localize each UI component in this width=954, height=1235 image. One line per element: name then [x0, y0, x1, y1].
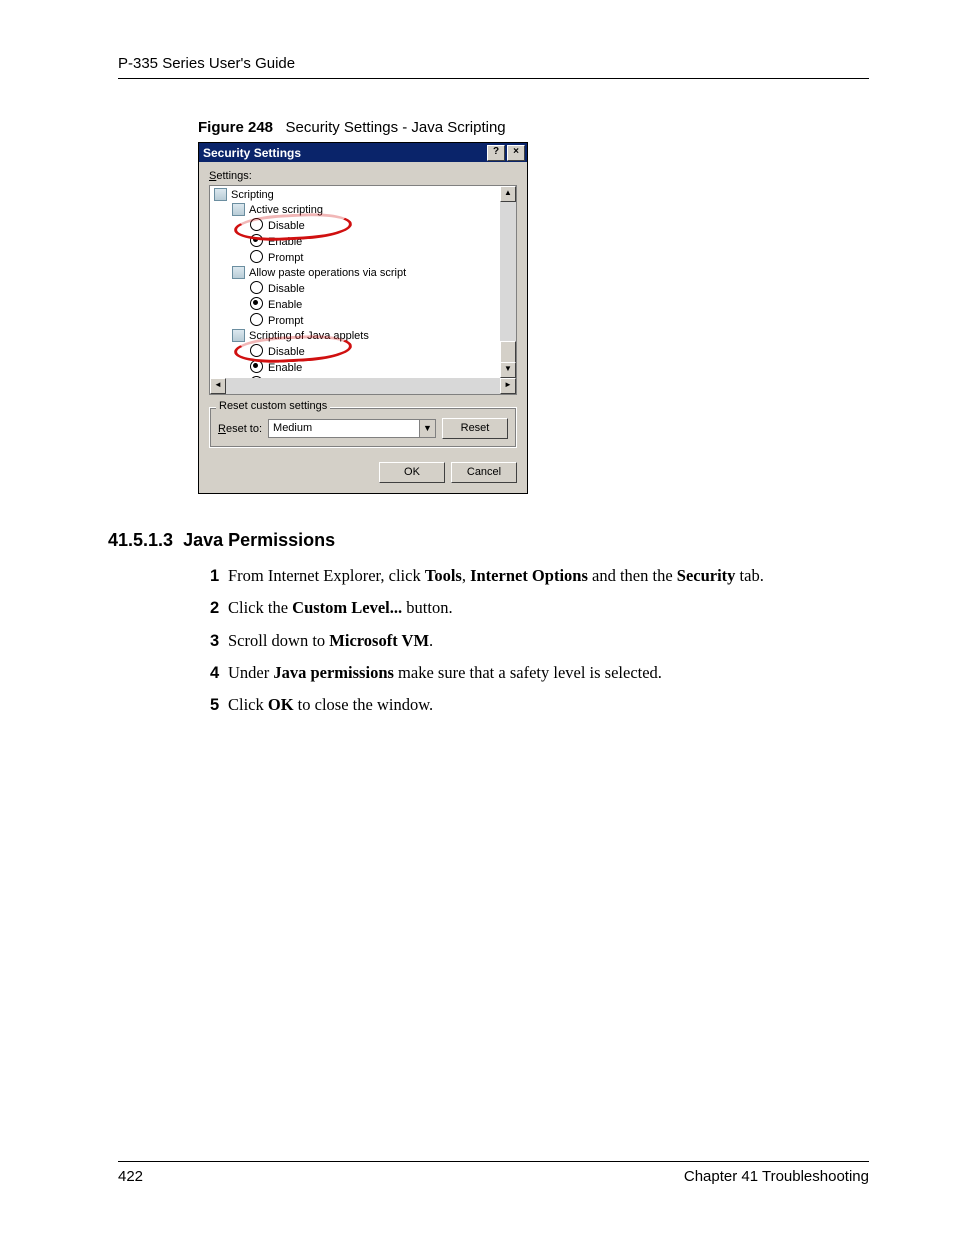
tree-scripting: Scripting	[214, 188, 500, 203]
script-icon	[232, 266, 245, 279]
step-item: 5Click OK to close the window.	[210, 694, 869, 716]
scroll-up-button[interactable]: ▲	[500, 186, 516, 202]
step-number: 4	[210, 662, 228, 684]
tree-scripting-applets: Scripting of Java applets	[214, 329, 500, 344]
step-text: Click OK to close the window.	[228, 694, 433, 716]
step-text: Click the Custom Level... button.	[228, 597, 453, 619]
settings-label: Settings:	[209, 170, 517, 182]
scroll-down-button[interactable]: ▼	[500, 362, 516, 378]
radio-active-prompt[interactable]: Prompt	[214, 250, 500, 266]
radio-active-enable[interactable]: Enable	[214, 234, 500, 250]
dialog-title: Security Settings	[203, 146, 301, 160]
section-title: Java Permissions	[183, 530, 335, 550]
step-text: Scroll down to Microsoft VM.	[228, 630, 433, 652]
chapter-label: Chapter 41 Troubleshooting	[684, 1168, 869, 1185]
ok-button[interactable]: OK	[379, 462, 445, 483]
reset-to-combo[interactable]: Medium ▼	[268, 419, 436, 438]
radio-paste-enable[interactable]: Enable	[214, 297, 500, 313]
script-icon	[232, 203, 245, 216]
doc-header: P-335 Series User's Guide	[118, 55, 869, 79]
reset-fieldset: Reset custom settings Reset to: Medium ▼…	[209, 407, 517, 448]
script-icon	[214, 188, 227, 201]
reset-to-label: Reset to:	[218, 423, 262, 435]
page-footer: 422 Chapter 41 Troubleshooting	[118, 1161, 869, 1185]
reset-legend: Reset custom settings	[216, 400, 330, 412]
steps-list: 1From Internet Explorer, click Tools, In…	[210, 565, 869, 716]
cancel-button[interactable]: Cancel	[451, 462, 517, 483]
reset-to-value: Medium	[269, 420, 419, 437]
help-button[interactable]: ?	[487, 145, 505, 161]
close-button[interactable]: ×	[507, 145, 525, 161]
step-item: 2Click the Custom Level... button.	[210, 597, 869, 619]
step-text: From Internet Explorer, click Tools, Int…	[228, 565, 764, 587]
security-settings-dialog: Security Settings ? × Settings: Scriptin…	[198, 142, 528, 494]
vertical-scrollbar[interactable]: ▲ ▼	[500, 186, 516, 378]
scroll-left-button[interactable]: ◄	[210, 378, 226, 394]
scroll-thumb[interactable]	[500, 341, 516, 363]
step-number: 2	[210, 597, 228, 619]
step-item: 4Under Java permissions make sure that a…	[210, 662, 869, 684]
figure-label: Figure 248	[198, 119, 273, 136]
step-item: 3Scroll down to Microsoft VM.	[210, 630, 869, 652]
figure-caption: Figure 248 Security Settings - Java Scri…	[198, 119, 869, 136]
page-number: 422	[118, 1168, 143, 1185]
script-icon	[232, 329, 245, 342]
combo-arrow-icon[interactable]: ▼	[419, 420, 435, 437]
step-item: 1From Internet Explorer, click Tools, In…	[210, 565, 869, 587]
settings-tree: Scripting Active scripting Disable Enabl…	[209, 185, 517, 395]
tree-active-scripting: Active scripting	[214, 203, 500, 218]
dialog-titlebar[interactable]: Security Settings ? ×	[199, 143, 527, 162]
radio-active-disable[interactable]: Disable	[214, 218, 500, 234]
radio-paste-disable[interactable]: Disable	[214, 281, 500, 297]
step-number: 3	[210, 630, 228, 652]
radio-applets-enable[interactable]: Enable	[214, 360, 500, 376]
section-number: 41.5.1.3	[108, 530, 173, 550]
radio-paste-prompt[interactable]: Prompt	[214, 313, 500, 329]
section-heading: 41.5.1.3 Java Permissions	[108, 530, 869, 551]
scroll-right-button[interactable]: ►	[500, 378, 516, 394]
step-number: 1	[210, 565, 228, 587]
radio-applets-disable[interactable]: Disable	[214, 344, 500, 360]
step-text: Under Java permissions make sure that a …	[228, 662, 662, 684]
horizontal-scrollbar[interactable]: ◄ ►	[210, 378, 516, 394]
reset-button[interactable]: Reset	[442, 418, 508, 439]
step-number: 5	[210, 694, 228, 716]
figure-caption-text: Security Settings - Java Scripting	[286, 119, 506, 136]
tree-allow-paste: Allow paste operations via script	[214, 266, 500, 281]
